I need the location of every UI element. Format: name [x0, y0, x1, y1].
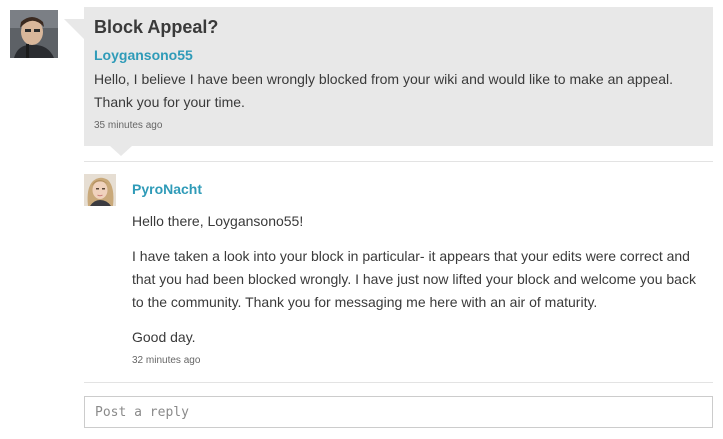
reply-avatar[interactable]: [84, 174, 116, 206]
op-timestamp[interactable]: 35 minutes ago: [94, 120, 162, 131]
reply-paragraph: Good day.: [132, 329, 196, 345]
reply-message-body: Hello there, Loygansono55! I have taken …: [132, 210, 710, 349]
divider: [84, 161, 713, 162]
reply-timestamp[interactable]: 32 minutes ago: [132, 355, 200, 366]
post-reply-input[interactable]: [84, 396, 713, 428]
op-message-body: Hello, I believe I have been wrongly blo…: [94, 68, 704, 114]
message-wall-thread: Block Appeal? Loygansono55 Hello, I beli…: [0, 0, 723, 439]
reply-author-link[interactable]: PyroNacht: [132, 181, 202, 197]
op-author-link[interactable]: Loygansono55: [94, 47, 193, 63]
op-message-line: Hello, I believe I have been wrongly blo…: [94, 71, 673, 87]
user-photo-icon: [84, 174, 116, 206]
reply-paragraph: Hello there, Loygansono55!: [132, 213, 304, 229]
reply-paragraph: I have taken a look into your block in p…: [132, 248, 696, 310]
divider: [84, 382, 713, 383]
op-message-bubble: Block Appeal? Loygansono55 Hello, I beli…: [64, 7, 713, 156]
op-avatar[interactable]: [10, 10, 58, 58]
op-message-line: Thank you for your time.: [94, 94, 245, 110]
thread-title: Block Appeal?: [94, 17, 219, 37]
user-photo-icon: [10, 10, 58, 58]
